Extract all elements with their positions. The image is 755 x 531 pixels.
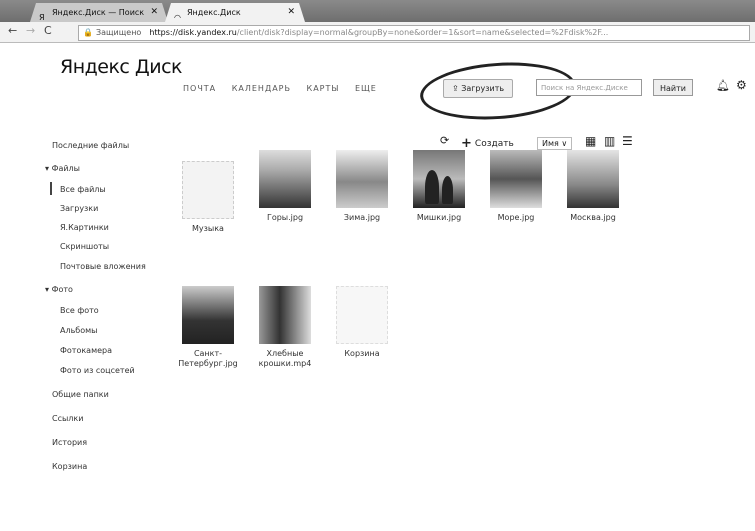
sidebar-item-mail-attachments[interactable]: Почтовые вложения [60,262,146,271]
sidebar-section-files[interactable]: ▾ Файлы [45,164,80,173]
sidebar-item-albums[interactable]: Альбомы [60,326,97,335]
image-thumbnail [182,286,234,344]
search-input[interactable]: Поиск на Яндекс.Диске [536,79,642,96]
file-item[interactable]: Музыка [170,161,246,234]
file-item[interactable]: Санкт-Петербург.jpg [170,286,246,369]
view-list-icon[interactable]: ☰ [622,134,633,148]
sidebar-item-camera[interactable]: Фотокамера [60,346,112,355]
sidebar-item-pictures[interactable]: Я.Картинки [60,223,109,232]
sidebar-section-photo[interactable]: ▾ Фото [45,285,73,294]
browser-tab-search[interactable]: Я Яндекс.Диск — Поиск ✕ [30,3,168,22]
folder-thumbnail [182,161,234,219]
url-field[interactable]: 🔒 Защищено https://disk.yandex.ru/client/d… [78,25,750,41]
back-arrow-icon[interactable]: ← [8,24,17,37]
close-tab-icon[interactable]: ✕ [150,3,158,22]
sidebar-item-shared-folders[interactable]: Общие папки [52,390,109,399]
nav-mail[interactable]: ПОЧТА [183,84,216,93]
lock-icon: 🔒 [83,28,93,37]
top-nav: ПОЧТА КАЛЕНДАРЬ КАРТЫ ЕЩЕ [183,84,389,93]
file-item[interactable]: Мишки.jpg [401,150,477,223]
sidebar-item-recent[interactable]: Последние файлы [52,141,129,150]
sidebar-item-all-files[interactable]: Все файлы [60,185,106,194]
image-thumbnail [336,150,388,208]
file-item[interactable]: Москва.jpg [555,150,631,223]
sidebar-item-all-photos[interactable]: Все фото [60,306,99,315]
nav-more[interactable]: ЕЩЕ [355,84,377,93]
notifications-bell-icon[interactable]: 🔔︎ [716,79,730,92]
browser-tab-disk[interactable]: ◠ Яндекс.Диск ✕ [165,3,305,22]
sidebar-item-history[interactable]: История [52,438,87,447]
file-item[interactable]: Корзина [324,286,400,359]
sidebar-item-trash[interactable]: Корзина [52,462,87,471]
settings-gear-icon[interactable]: ⚙ [736,78,747,92]
file-item[interactable]: Зима.jpg [324,150,400,223]
view-large-tiles-icon[interactable]: ▦ [585,134,596,148]
create-button[interactable]: + Создать [461,136,514,151]
reload-icon[interactable]: C [44,24,52,37]
find-button[interactable]: Найти [653,79,693,96]
bear-silhouette [425,170,439,204]
nav-calendar[interactable]: КАЛЕНДАРЬ [232,84,291,93]
image-thumbnail [413,150,465,208]
image-thumbnail [567,150,619,208]
trash-thumbnail [336,286,388,344]
yandex-disk-logo[interactable]: Яндекс Диск [60,56,183,78]
video-thumbnail [259,286,311,344]
sidebar-item-social-photos[interactable]: Фото из соцсетей [60,366,135,375]
plus-icon: + [461,136,472,151]
nav-maps[interactable]: КАРТЫ [307,84,340,93]
sidebar-item-screenshots[interactable]: Скриншоты [60,242,109,251]
forward-arrow-icon[interactable]: → [26,24,35,37]
sort-select[interactable]: Имя ∨ [537,137,573,150]
refresh-icon[interactable]: ⟳ [440,134,449,147]
browser-tab-bar: Я Яндекс.Диск — Поиск ✕ ◠ Яндекс.Диск ✕ [0,0,755,22]
file-item[interactable]: Горы.jpg [247,150,323,223]
image-thumbnail [259,150,311,208]
selected-indicator [50,182,52,195]
file-item[interactable]: Хлебные крошки.mp4 [247,286,323,369]
sidebar-item-downloads[interactable]: Загрузки [60,204,98,213]
address-bar-row: ← → C 🔒 Защищено https://disk.yandex.ru/cl… [0,22,755,43]
sidebar-item-links[interactable]: Ссылки [52,414,83,423]
bear-silhouette [442,176,453,204]
file-item[interactable]: Море.jpg [478,150,554,223]
close-tab-icon[interactable]: ✕ [287,3,295,22]
triangle-down-icon: ▾ [45,164,50,173]
view-small-tiles-icon[interactable]: ▥ [604,134,615,148]
image-thumbnail [490,150,542,208]
triangle-down-icon: ▾ [45,285,50,294]
